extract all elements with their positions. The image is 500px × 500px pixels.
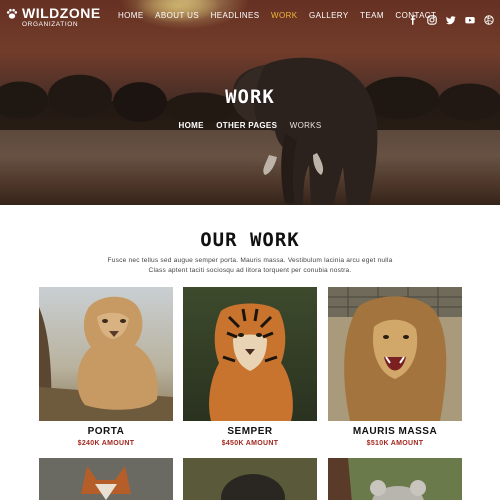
site-logo[interactable]: WILDZONE ORGANIZATION: [6, 6, 101, 28]
twitter-icon[interactable]: [446, 10, 456, 25]
card-amount: $510K AMOUNT: [366, 440, 424, 447]
section-description: Fusce nec tellus sed augue semper porta.…: [107, 257, 393, 274]
lion-image[interactable]: [328, 287, 462, 421]
brand-name: WILDZONE: [22, 5, 101, 21]
nav-team[interactable]: TEAM: [360, 11, 384, 20]
breadcrumb-other-pages[interactable]: OTHER PAGES: [216, 121, 277, 130]
card-title[interactable]: PORTA: [39, 426, 173, 437]
breadcrumb-home[interactable]: HOME: [179, 121, 204, 130]
card-amount: $450K AMOUNT: [221, 440, 279, 447]
breadcrumb-current: WORKS: [289, 121, 322, 130]
fox-image[interactable]: [39, 458, 173, 500]
lioness-image[interactable]: [39, 287, 173, 421]
work-card-mauris-massa[interactable]: MAURIS MASSA $510K AMOUNT: [328, 287, 462, 447]
page-title: WORK: [225, 86, 275, 108]
brand-subtitle: ORGANIZATION: [22, 21, 79, 28]
tiger-image[interactable]: [183, 287, 317, 421]
work-card-semper[interactable]: SEMPER $450K AMOUNT: [183, 287, 317, 447]
paw-icon: [6, 8, 18, 19]
nav-gallery[interactable]: GALLERY: [309, 11, 349, 20]
instagram-icon[interactable]: [427, 10, 437, 25]
card-title[interactable]: SEMPER: [183, 426, 317, 437]
facebook-icon[interactable]: [408, 10, 418, 25]
card-amount: $240K AMOUNT: [77, 440, 135, 447]
nav-home[interactable]: HOME: [118, 11, 144, 20]
nav-headlines[interactable]: HEADLINES: [211, 11, 260, 20]
main-nav: HOME ABOUT US HEADLINES WORK GALLERY TEA…: [118, 11, 448, 20]
gorilla-image[interactable]: [183, 458, 317, 500]
koala-image[interactable]: [328, 458, 462, 500]
work-card-porta[interactable]: PORTA $240K AMOUNT: [39, 287, 173, 447]
card-title[interactable]: MAURIS MASSA: [328, 426, 462, 437]
nav-about-us[interactable]: ABOUT US: [155, 11, 199, 20]
nav-work[interactable]: WORK: [271, 11, 298, 20]
youtube-icon[interactable]: [465, 10, 475, 24]
social-links: [408, 10, 494, 25]
globe-icon[interactable]: [484, 10, 494, 25]
section-title: OUR WORK: [200, 229, 300, 251]
breadcrumb: HOME OTHER PAGES WORKS: [0, 121, 500, 130]
